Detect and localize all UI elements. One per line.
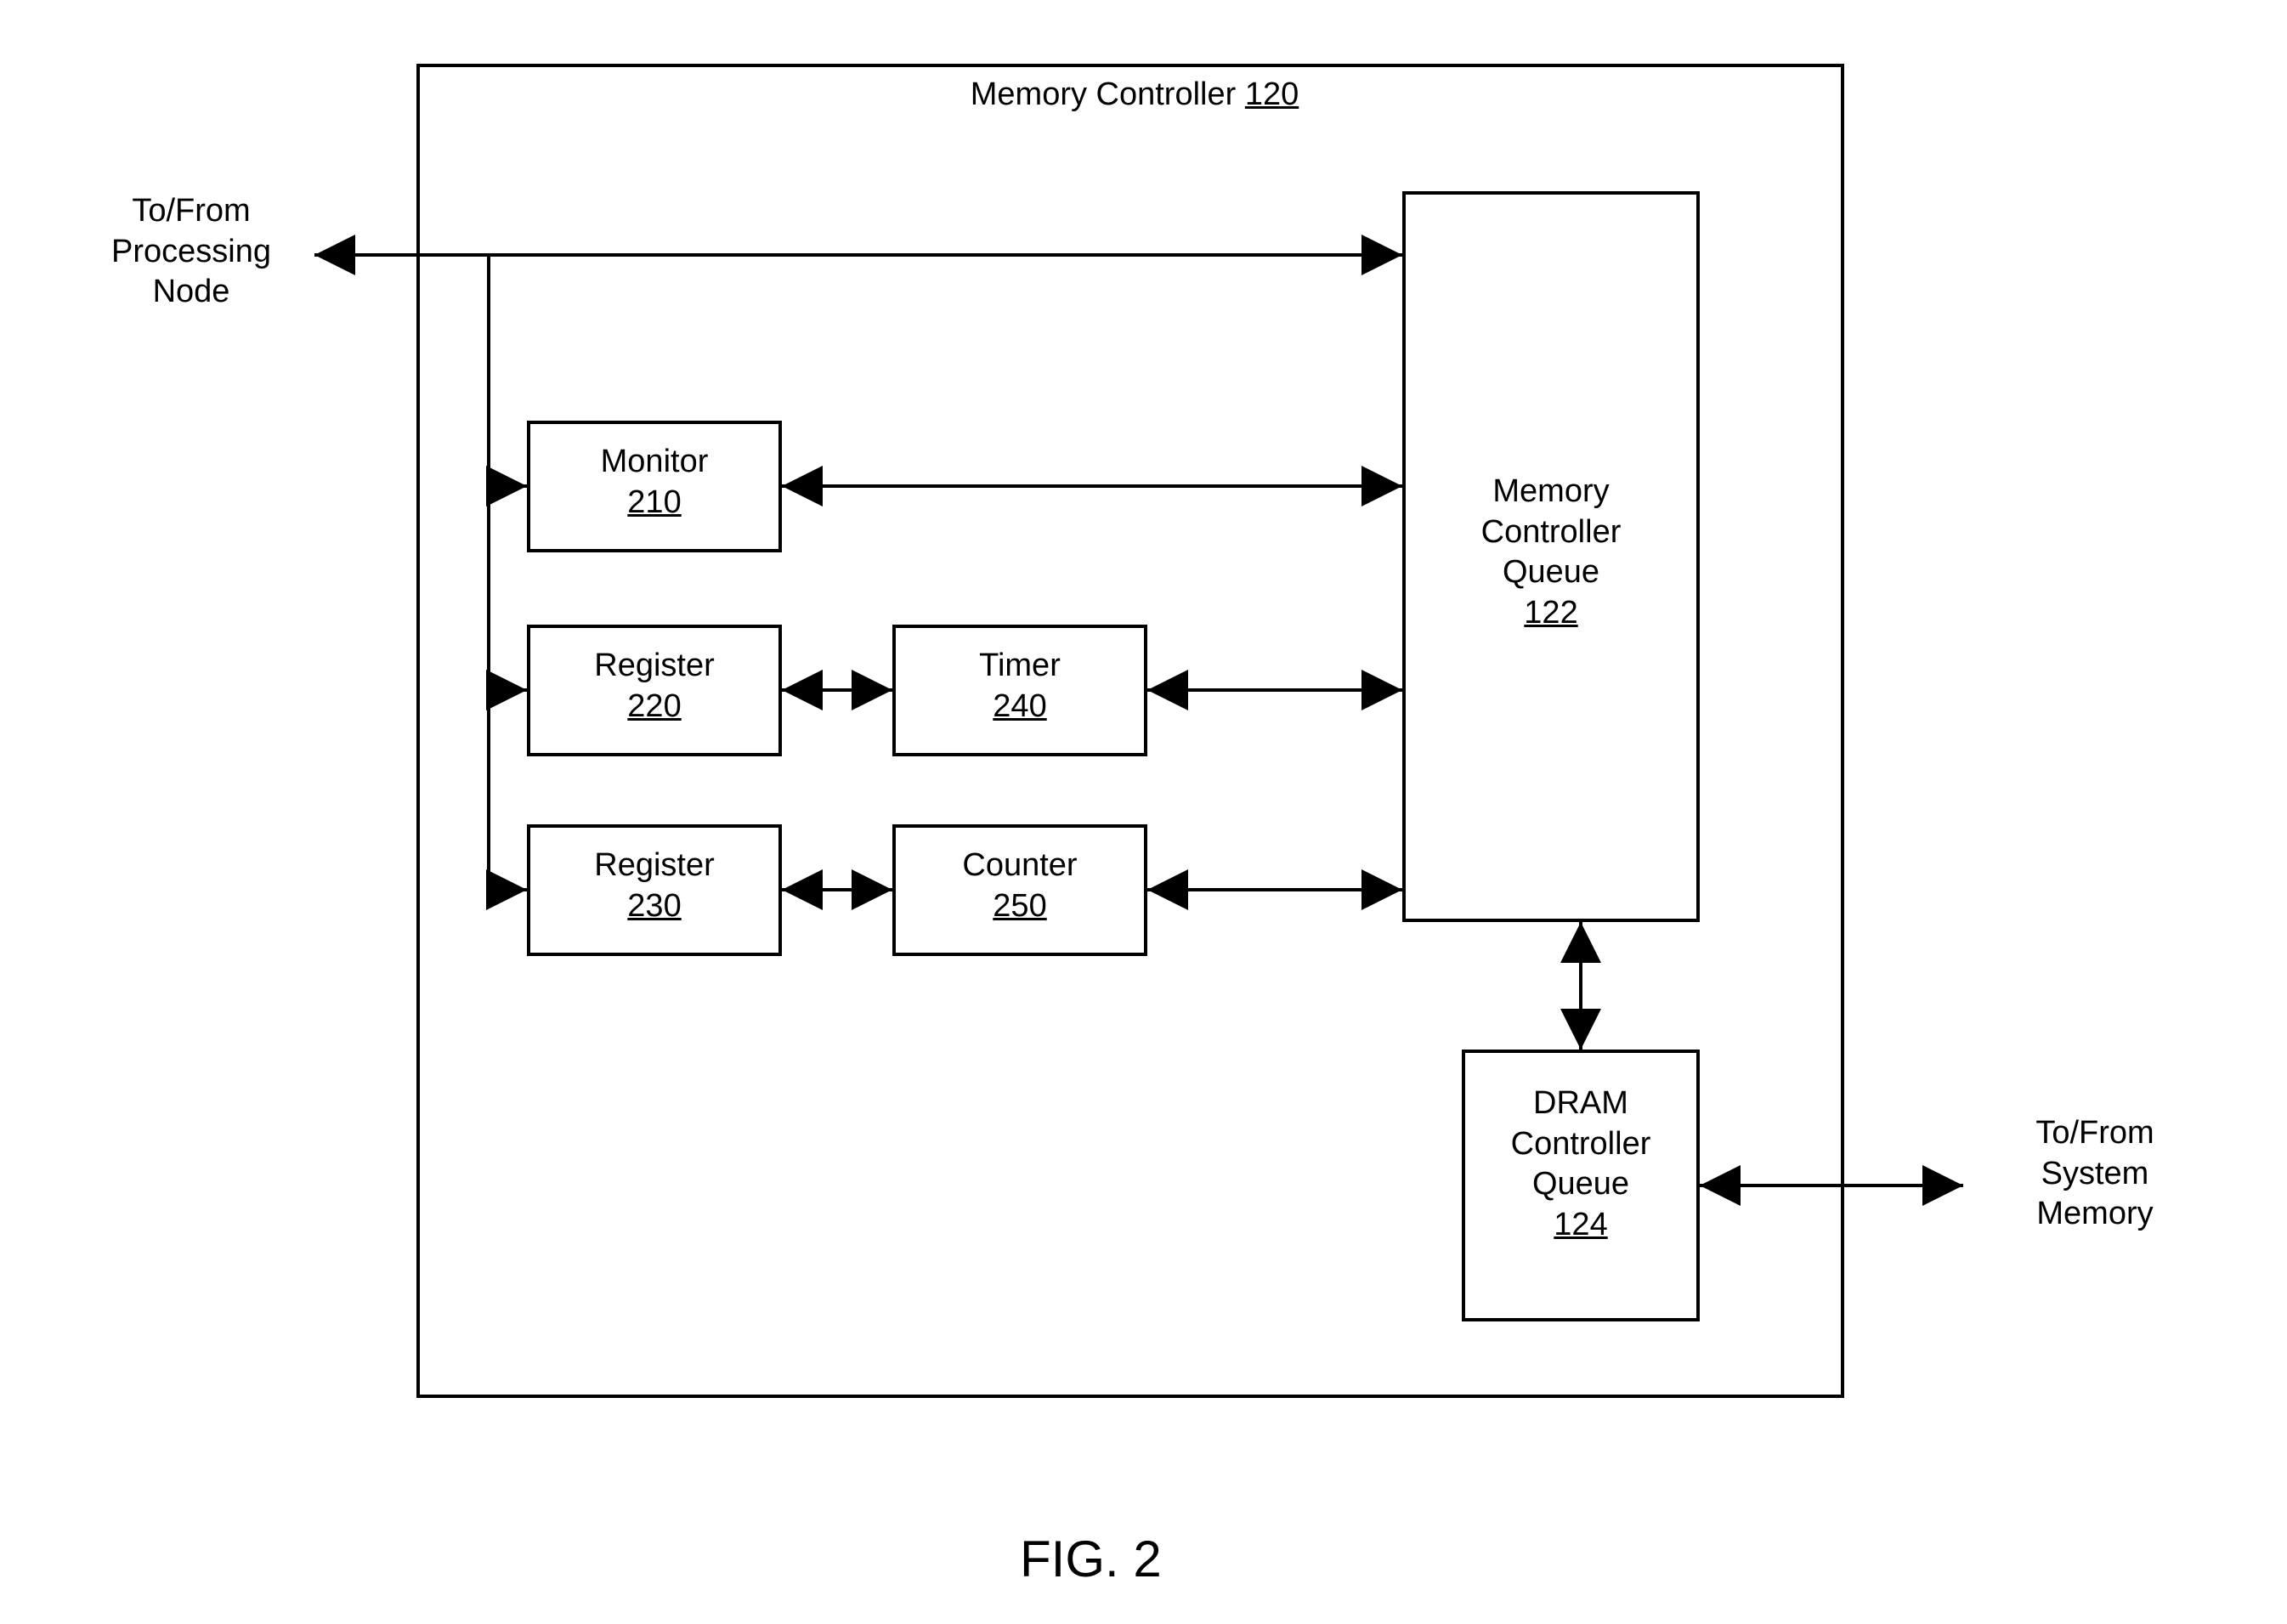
timer-title: Timer	[979, 648, 1061, 683]
ext-right-line1: To/From	[2035, 1115, 2154, 1151]
monitor-ref: 210	[627, 484, 681, 520]
memory-controller-queue-label: Memory Controller Queue 122	[1402, 472, 1700, 633]
dcq-line2: Controller	[1511, 1126, 1651, 1162]
register-230-label: Register 230	[527, 846, 782, 926]
memory-controller-ref: 120	[1245, 76, 1299, 112]
figure-label: FIG. 2	[1020, 1530, 1162, 1588]
dcq-line3: Queue	[1532, 1166, 1629, 1202]
register-220-label: Register 220	[527, 646, 782, 727]
counter-label: Counter 250	[892, 846, 1147, 926]
register1-title: Register	[594, 648, 715, 683]
counter-ref: 250	[993, 888, 1046, 924]
mcq-line3: Queue	[1503, 554, 1599, 590]
monitor-label: Monitor 210	[527, 442, 782, 523]
external-right-label: To/From System Memory	[1989, 1113, 2201, 1235]
diagram-canvas: Memory Controller 120 Memory Controller …	[0, 0, 2287, 1624]
ext-left-line3: Node	[153, 274, 230, 309]
register2-title: Register	[594, 847, 715, 883]
ext-right-line2: System	[2041, 1156, 2149, 1191]
ext-right-line3: Memory	[2036, 1196, 2153, 1231]
dcq-ref: 124	[1554, 1207, 1607, 1242]
external-left-label: To/From Processing Node	[85, 191, 297, 313]
mcq-line1: Memory	[1492, 473, 1609, 509]
memory-controller-title: Memory Controller 120	[935, 75, 1334, 116]
monitor-title: Monitor	[601, 444, 709, 479]
register2-ref: 230	[627, 888, 681, 924]
register1-ref: 220	[627, 688, 681, 724]
dram-controller-queue-label: DRAM Controller Queue 124	[1462, 1084, 1700, 1245]
dcq-line1: DRAM	[1533, 1085, 1628, 1121]
memory-controller-title-text: Memory Controller	[971, 76, 1237, 112]
timer-label: Timer 240	[892, 646, 1147, 727]
mcq-ref: 122	[1524, 595, 1577, 631]
counter-title: Counter	[962, 847, 1077, 883]
ext-left-line2: Processing	[111, 234, 271, 269]
ext-left-line1: To/From	[132, 193, 250, 229]
mcq-line2: Controller	[1481, 514, 1622, 550]
timer-ref: 240	[993, 688, 1046, 724]
figure-label-text: FIG. 2	[1020, 1531, 1162, 1587]
